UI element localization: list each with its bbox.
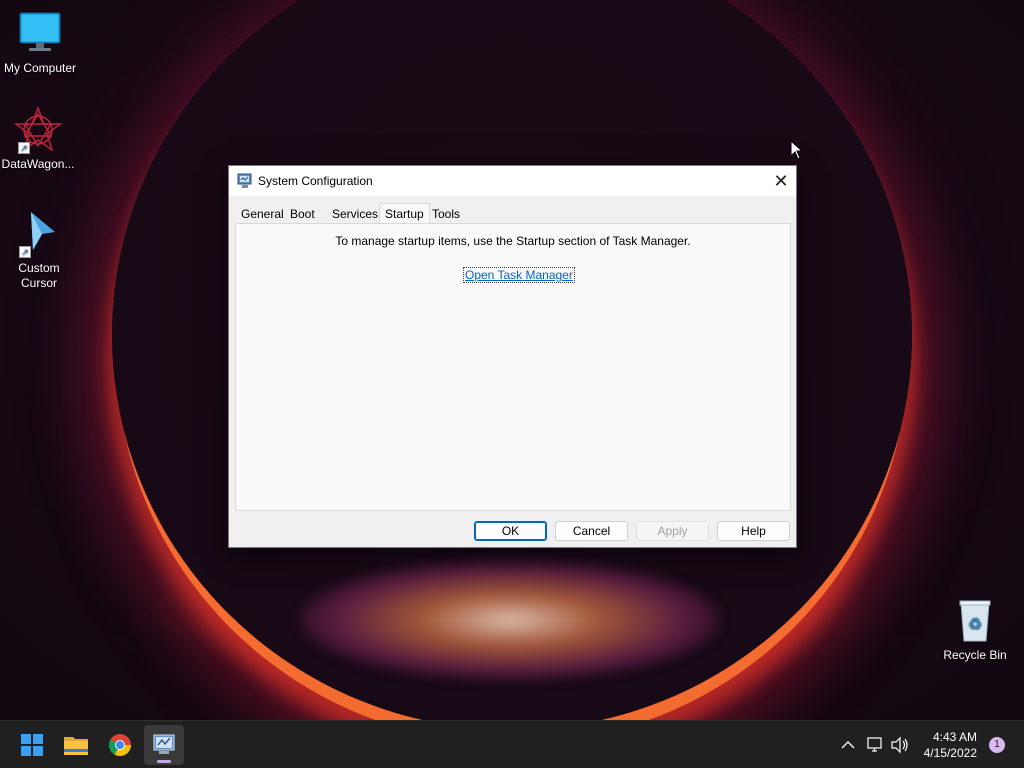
- desktop-icon-datawagon[interactable]: ↗ DataWagon...: [0, 106, 78, 172]
- shortcut-arrow-icon: ↗: [19, 246, 31, 258]
- recycle-bin-icon: ♻: [951, 597, 999, 645]
- taskbar: 4:43 AM 4/15/2022 1: [0, 720, 1024, 768]
- system-configuration-icon: [153, 734, 175, 754]
- cancel-button[interactable]: Cancel: [555, 521, 628, 541]
- tab-services[interactable]: Services: [327, 205, 383, 224]
- chrome-button[interactable]: [100, 725, 140, 765]
- dialog-title: System Configuration: [258, 174, 373, 188]
- mouse-pointer-icon: [790, 139, 804, 160]
- monitor-icon: [16, 10, 64, 58]
- system-configuration-dialog: System Configuration ✕ General Boot Serv…: [228, 165, 797, 548]
- speaker-icon: [891, 736, 908, 754]
- open-task-manager-link[interactable]: Open Task Manager: [463, 267, 575, 283]
- start-icon: [21, 734, 43, 756]
- custom-cursor-icon: ↗: [15, 210, 63, 258]
- datawagon-icon: ↗: [13, 106, 63, 154]
- desktop-icon-recycle-bin[interactable]: ♻ Recycle Bin: [935, 597, 1015, 663]
- desktop-icon-my-computer[interactable]: My Computer: [0, 10, 80, 76]
- shortcut-arrow-icon: ↗: [18, 142, 30, 154]
- clock-date: 4/15/2022: [923, 746, 977, 760]
- startup-message: To manage startup items, use the Startup…: [335, 234, 691, 248]
- chevron-up-icon: [841, 741, 855, 749]
- close-icon[interactable]: ✕: [766, 166, 796, 196]
- system-configuration-taskbar-button[interactable]: [144, 725, 184, 765]
- tab-boot[interactable]: Boot: [285, 205, 320, 224]
- desktop-icon-label: Custom Cursor: [18, 261, 60, 290]
- network-button[interactable]: [864, 721, 886, 768]
- chrome-icon: [109, 734, 131, 756]
- desktop-icon-custom-cursor[interactable]: ↗ Custom Cursor: [0, 210, 79, 291]
- system-configuration-icon: [237, 173, 253, 189]
- ok-button[interactable]: OK: [474, 521, 547, 541]
- start-button[interactable]: [12, 725, 52, 765]
- tab-tools[interactable]: Tools: [427, 205, 465, 224]
- tab-general[interactable]: General: [236, 205, 289, 224]
- file-explorer-button[interactable]: [56, 725, 96, 765]
- active-app-indicator: [157, 760, 171, 763]
- tab-startup[interactable]: Startup: [379, 203, 430, 225]
- notification-badge[interactable]: 1: [989, 737, 1005, 753]
- dialog-titlebar[interactable]: System Configuration ✕: [229, 166, 796, 196]
- wallpaper-highlight: [300, 560, 720, 680]
- startup-tab-panel: To manage startup items, use the Startup…: [235, 223, 791, 511]
- apply-button[interactable]: Apply: [636, 521, 709, 541]
- help-button[interactable]: Help: [717, 521, 790, 541]
- network-icon: [867, 737, 882, 752]
- show-hidden-icons-button[interactable]: [838, 721, 858, 768]
- desktop-icon-label: My Computer: [3, 61, 77, 75]
- volume-button[interactable]: [889, 721, 911, 768]
- file-explorer-icon: [64, 737, 88, 755]
- desktop-icon-label: Recycle Bin: [943, 648, 1007, 662]
- desktop-icon-label: DataWagon...: [1, 157, 75, 171]
- clock-time: 4:43 AM: [932, 730, 977, 744]
- clock[interactable]: 4:43 AM 4/15/2022: [924, 729, 977, 761]
- svg-text:♻: ♻: [968, 614, 982, 633]
